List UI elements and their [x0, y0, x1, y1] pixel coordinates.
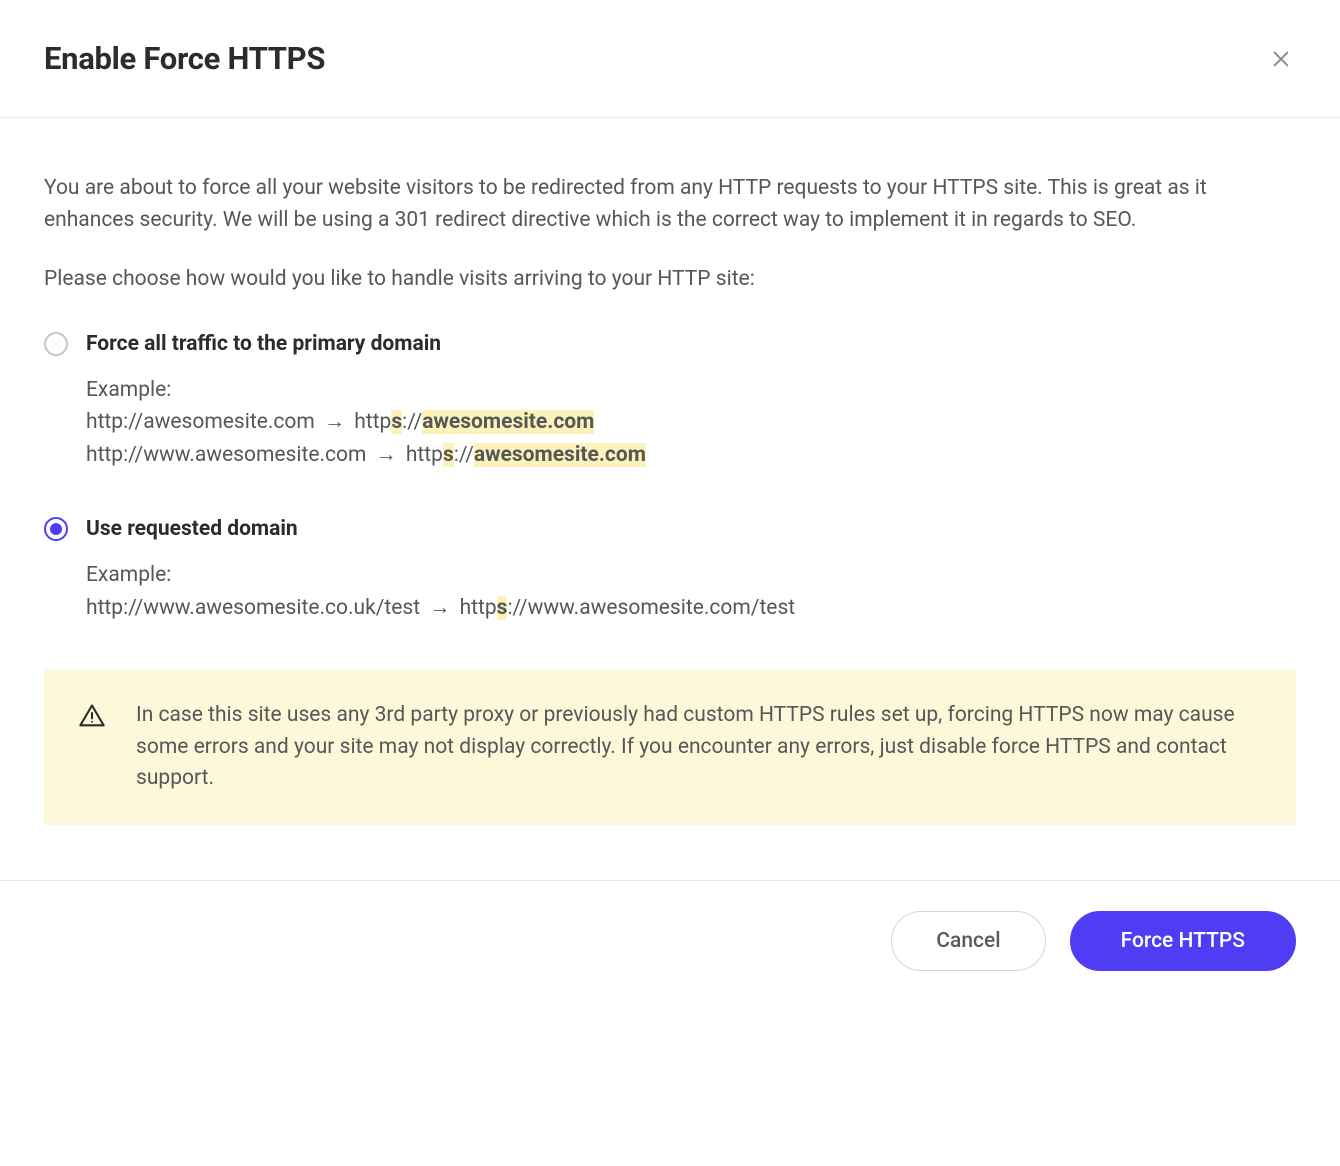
- radio-control: [44, 517, 68, 541]
- example-line-2: http://www.awesomesite.com → https://awe…: [86, 439, 1296, 472]
- example-line-1: http://awesomesite.com → https://awesome…: [86, 406, 1296, 439]
- option-detail: Example: http://www.awesomesite.co.uk/te…: [44, 559, 1296, 624]
- warning-icon: [78, 702, 106, 795]
- warning-text: In case this site uses any 3rd party pro…: [136, 700, 1262, 795]
- option-requested-domain: Use requested domain Example: http://www…: [44, 517, 1296, 624]
- warning-box: In case this site uses any 3rd party pro…: [44, 670, 1296, 825]
- arrow-icon: →: [376, 439, 397, 472]
- intro-text: You are about to force all your website …: [44, 173, 1296, 236]
- choose-text: Please choose how would you like to hand…: [44, 264, 1296, 296]
- close-icon[interactable]: [1266, 44, 1296, 74]
- example-label: Example:: [86, 374, 1296, 407]
- force-https-modal: Enable Force HTTPS You are about to forc…: [0, 0, 1340, 1001]
- arrow-icon: →: [429, 592, 450, 625]
- radio-force-primary[interactable]: Force all traffic to the primary domain: [44, 332, 1296, 356]
- example-line-1: http://www.awesomesite.co.uk/test → http…: [86, 592, 1296, 625]
- example-label: Example:: [86, 559, 1296, 592]
- arrow-icon: →: [324, 406, 345, 439]
- radio-label: Use requested domain: [86, 517, 298, 541]
- option-detail: Example: http://awesomesite.com → https:…: [44, 374, 1296, 472]
- radio-requested-domain[interactable]: Use requested domain: [44, 517, 1296, 541]
- modal-body: You are about to force all your website …: [0, 118, 1340, 880]
- modal-footer: Cancel Force HTTPS: [0, 880, 1340, 1001]
- radio-control: [44, 332, 68, 356]
- cancel-button[interactable]: Cancel: [891, 911, 1045, 971]
- modal-header: Enable Force HTTPS: [0, 0, 1340, 118]
- force-https-button[interactable]: Force HTTPS: [1070, 911, 1296, 971]
- modal-title: Enable Force HTTPS: [44, 40, 325, 77]
- option-force-primary: Force all traffic to the primary domain …: [44, 332, 1296, 472]
- radio-label: Force all traffic to the primary domain: [86, 332, 441, 356]
